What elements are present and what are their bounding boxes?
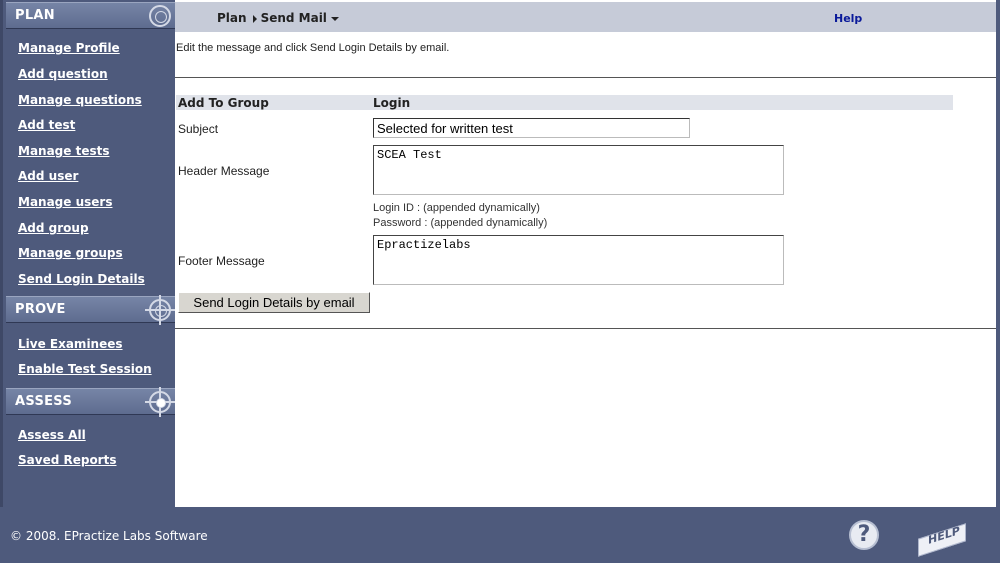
add-to-group-heading: Add To Group xyxy=(178,96,269,110)
crumb-plan[interactable]: Plan xyxy=(217,11,247,25)
breadcrumb: Plan Send Mail xyxy=(217,11,339,25)
question-icon[interactable]: ? xyxy=(849,520,879,550)
subject-input[interactable] xyxy=(373,118,690,138)
send-login-details-button[interactable]: Send Login Details by email xyxy=(178,292,370,313)
plan-title: PLAN xyxy=(15,8,55,23)
footer-message-textarea[interactable]: Epractizelabs xyxy=(373,235,784,285)
prove-crosshair-icon xyxy=(145,295,175,325)
nav-live-examinees[interactable]: Live Examinees xyxy=(18,337,123,351)
nav-add-user[interactable]: Add user xyxy=(18,169,78,183)
nav-saved-reports[interactable]: Saved Reports xyxy=(18,453,116,467)
sidebar: PLAN Manage Profile Add question Manage … xyxy=(0,0,176,507)
assess-section-header: ASSESS xyxy=(6,387,176,417)
table-header: Add To Group Login xyxy=(176,95,953,110)
copyright-text: © 2008. EPractize Labs Software xyxy=(10,529,208,543)
plan-circle-icon xyxy=(149,5,171,27)
nav-add-group[interactable]: Add group xyxy=(18,221,89,235)
password-note: Password : (appended dynamically) xyxy=(373,217,548,229)
prove-section-header: PROVE xyxy=(6,295,176,325)
chevron-down-icon[interactable] xyxy=(330,16,339,21)
header-message-label: Header Message xyxy=(178,164,270,178)
chevron-right-icon xyxy=(252,14,257,23)
crumb-send-mail[interactable]: Send Mail xyxy=(261,11,327,25)
plan-section-header: PLAN xyxy=(6,2,176,29)
header-message-textarea[interactable]: SCEA Test xyxy=(373,145,784,195)
prove-title: PROVE xyxy=(15,302,66,317)
divider-bottom xyxy=(175,328,996,329)
divider xyxy=(175,77,996,78)
nav-send-login-details[interactable]: Send Login Details xyxy=(18,272,145,286)
nav-add-question[interactable]: Add question xyxy=(18,67,108,81)
nav-assess-all[interactable]: Assess All xyxy=(18,428,86,442)
top-bar: Plan Send Mail Help xyxy=(175,2,996,32)
help-sign-icon[interactable]: HELP xyxy=(918,523,968,557)
assess-title: ASSESS xyxy=(15,394,73,409)
login-heading: Login xyxy=(373,96,411,110)
footer: © 2008. EPractize Labs Software ? HELP xyxy=(0,507,1000,563)
footer-message-label: Footer Message xyxy=(178,254,265,268)
nav-enable-test-session[interactable]: Enable Test Session xyxy=(18,362,152,376)
instruction-text: Edit the message and click Send Login De… xyxy=(176,42,450,54)
login-id-note: Login ID : (appended dynamically) xyxy=(373,202,540,214)
subject-label: Subject xyxy=(178,122,219,136)
nav-manage-tests[interactable]: Manage tests xyxy=(18,144,109,158)
nav-add-test[interactable]: Add test xyxy=(18,118,75,132)
assess-target-icon xyxy=(145,387,175,417)
nav-manage-users[interactable]: Manage users xyxy=(18,195,112,209)
nav-manage-profile[interactable]: Manage Profile xyxy=(18,41,120,55)
help-link[interactable]: Help xyxy=(834,12,862,25)
nav-manage-questions[interactable]: Manage questions xyxy=(18,93,142,107)
nav-manage-groups[interactable]: Manage groups xyxy=(18,246,123,260)
main-content: Plan Send Mail Help Edit the message and … xyxy=(175,0,996,507)
